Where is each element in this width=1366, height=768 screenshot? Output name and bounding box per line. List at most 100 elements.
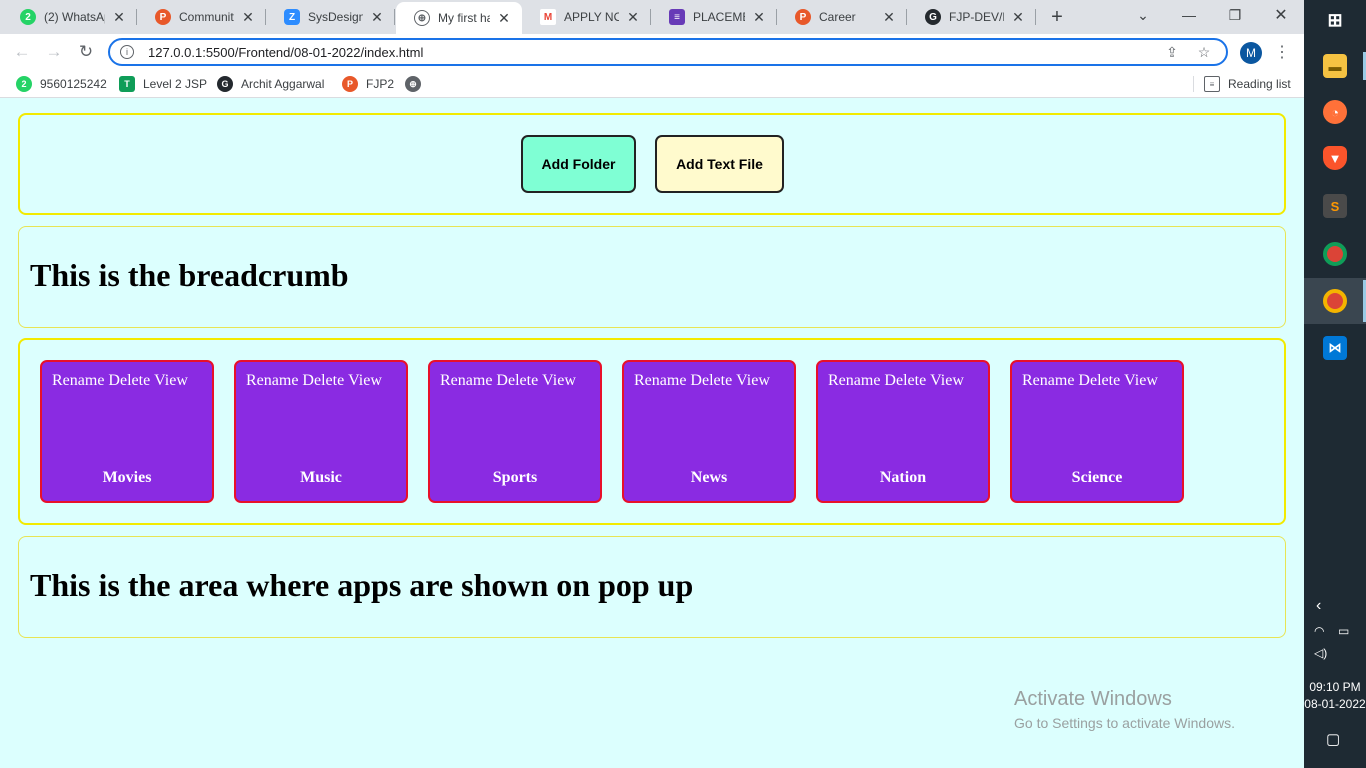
tab-label: My first han [438, 11, 490, 25]
bookmark-globe[interactable]: ⊕ [405, 75, 429, 93]
vscode-icon[interactable]: ⋈ [1323, 336, 1347, 360]
breadcrumb-heading: This is the breadcrumb [30, 257, 349, 293]
delete-action[interactable]: Delete [496, 372, 538, 390]
rename-action[interactable]: Rename [440, 372, 492, 390]
clock-date: 08-01-2022 [1304, 697, 1366, 711]
bookmark-label: 9560125242 [40, 77, 107, 91]
tab-sysdesign[interactable]: Z SysDesign_L ✕ [266, 0, 395, 34]
folder-card-news[interactable]: Rename Delete View News [622, 360, 796, 503]
close-icon[interactable]: ✕ [111, 9, 127, 25]
pepcoding-icon: P [342, 76, 358, 92]
globe-icon: ⊕ [405, 76, 421, 92]
tab-label: FJP-DEV/Pro [949, 10, 1004, 24]
bookmark-star-icon[interactable]: ☆ [1194, 44, 1214, 61]
bookmark-archit-aggarwal[interactable]: G Archit Aggarwal [217, 75, 324, 93]
close-icon[interactable]: ✕ [881, 9, 897, 25]
bookmark-label: Level 2 JSP [143, 77, 208, 91]
folder-actions: Rename Delete View [1022, 372, 1158, 390]
close-icon[interactable]: ✕ [1010, 9, 1026, 25]
folder-card-movies[interactable]: Rename Delete View Movies [40, 360, 214, 503]
tab-career[interactable]: P Career ✕ [777, 0, 907, 34]
view-action[interactable]: View [154, 372, 188, 390]
sublime-text-icon[interactable]: S [1323, 194, 1347, 218]
delete-action[interactable]: Delete [302, 372, 344, 390]
view-action[interactable]: View [736, 372, 770, 390]
url-text[interactable]: 127.0.0.1:5500/Frontend/08-01-2022/index… [148, 45, 1162, 60]
back-icon[interactable]: ← [10, 40, 34, 64]
github-icon: G [217, 76, 233, 92]
new-tab-icon[interactable]: + [1046, 6, 1068, 28]
chrome-active-icon[interactable] [1323, 289, 1347, 313]
tab-fjp-dev[interactable]: G FJP-DEV/Pro ✕ [907, 0, 1036, 34]
maximize-icon[interactable]: ❐ [1212, 0, 1258, 30]
windows-taskbar: ⊞ ▬ ◔ ▼ S ⋈ ‹ ◠ ▭ ◁) 09:10 PM 08-01-2022… [1304, 0, 1366, 768]
tab-whatsapp[interactable]: 2 (2) WhatsApp ✕ [2, 0, 137, 34]
site-info-icon[interactable]: i [120, 45, 134, 59]
delete-action[interactable]: Delete [690, 372, 732, 390]
tab-my-first[interactable]: ⊕ My first han ✕ [396, 2, 522, 34]
tab-community[interactable]: P Community ✕ [137, 0, 266, 34]
bookmark-fjp2[interactable]: P FJP2 [342, 75, 394, 93]
view-action[interactable]: View [348, 372, 382, 390]
minimize-icon[interactable]: — [1166, 0, 1212, 30]
view-action[interactable]: View [1124, 372, 1158, 390]
zoom-icon: Z [284, 9, 300, 25]
close-icon[interactable]: ✕ [496, 10, 512, 26]
tab-apply-now[interactable]: M APPLY NOW ✕ [522, 0, 651, 34]
whatsapp-icon: 2 [20, 9, 36, 25]
delete-action[interactable]: Delete [1078, 372, 1120, 390]
tab-search-chevron-icon[interactable]: ⌄ [1120, 0, 1166, 30]
tab-placement[interactable]: ≡ PLACEMENT ✕ [651, 0, 777, 34]
tab-label: Career [819, 10, 856, 24]
battery-icon[interactable]: ▭ [1338, 624, 1349, 638]
address-bar[interactable]: i 127.0.0.1:5500/Frontend/08-01-2022/ind… [108, 38, 1228, 66]
brave-icon[interactable]: ▼ [1323, 146, 1347, 170]
view-action[interactable]: View [542, 372, 576, 390]
notifications-icon[interactable]: ▢ [1326, 730, 1340, 748]
rename-action[interactable]: Rename [246, 372, 298, 390]
delete-action[interactable]: Delete [884, 372, 926, 390]
delete-action[interactable]: Delete [108, 372, 150, 390]
watermark-title: Activate Windows [1014, 688, 1172, 710]
close-icon[interactable]: ✕ [751, 9, 767, 25]
rename-action[interactable]: Rename [634, 372, 686, 390]
file-explorer-icon[interactable]: ▬ [1323, 54, 1347, 78]
close-window-icon[interactable]: ✕ [1258, 0, 1304, 30]
add-folder-button[interactable]: Add Folder [521, 135, 636, 193]
rename-action[interactable]: Rename [1022, 372, 1074, 390]
volume-icon[interactable]: ◁) [1314, 646, 1327, 660]
system-clock[interactable]: 09:10 PM 08-01-2022 [1304, 679, 1366, 713]
watermark-subtitle: Go to Settings to activate Windows. [1014, 715, 1235, 731]
wifi-icon[interactable]: ◠ [1314, 624, 1324, 638]
windows-start-icon[interactable]: ⊞ [1323, 8, 1347, 32]
page-viewport: Add Folder Add Text File This is the bre… [0, 98, 1304, 768]
bookmarks-divider [1193, 76, 1194, 92]
bookmark-level2-jsp[interactable]: T Level 2 JSP [119, 75, 207, 93]
menu-kebab-icon[interactable]: ⋮ [1274, 42, 1290, 62]
folder-card-science[interactable]: Rename Delete View Science [1010, 360, 1184, 503]
reading-list-label: Reading list [1228, 77, 1291, 91]
rename-action[interactable]: Rename [828, 372, 880, 390]
close-icon[interactable]: ✕ [240, 9, 256, 25]
share-icon[interactable]: ⇪ [1162, 44, 1182, 61]
close-icon[interactable]: ✕ [369, 9, 385, 25]
close-icon[interactable]: ✕ [625, 9, 641, 25]
folder-name: News [690, 469, 728, 486]
firefox-icon[interactable]: ◔ [1323, 100, 1347, 124]
add-text-file-button[interactable]: Add Text File [655, 135, 784, 193]
reload-icon[interactable]: ↻ [74, 40, 98, 64]
profile-avatar[interactable]: M [1240, 42, 1262, 64]
forward-icon[interactable]: → [42, 40, 66, 64]
chevron-left-icon[interactable]: ‹ [1316, 597, 1321, 615]
pepcoding-icon: P [795, 9, 811, 25]
folder-card-music[interactable]: Rename Delete View Music [234, 360, 408, 503]
rename-action[interactable]: Rename [52, 372, 104, 390]
folder-card-sports[interactable]: Rename Delete View Sports [428, 360, 602, 503]
chrome-profile-icon[interactable] [1323, 242, 1347, 266]
browser-toolbar: ← → ↻ i 127.0.0.1:5500/Frontend/08-01-20… [0, 34, 1304, 70]
folder-card-nation[interactable]: Rename Delete View Nation [816, 360, 990, 503]
folder-name: Music [300, 469, 342, 486]
reading-list-button[interactable]: ≡ Reading list [1204, 75, 1291, 93]
view-action[interactable]: View [930, 372, 964, 390]
bookmark-whatsapp[interactable]: 2 9560125242 [16, 75, 107, 93]
